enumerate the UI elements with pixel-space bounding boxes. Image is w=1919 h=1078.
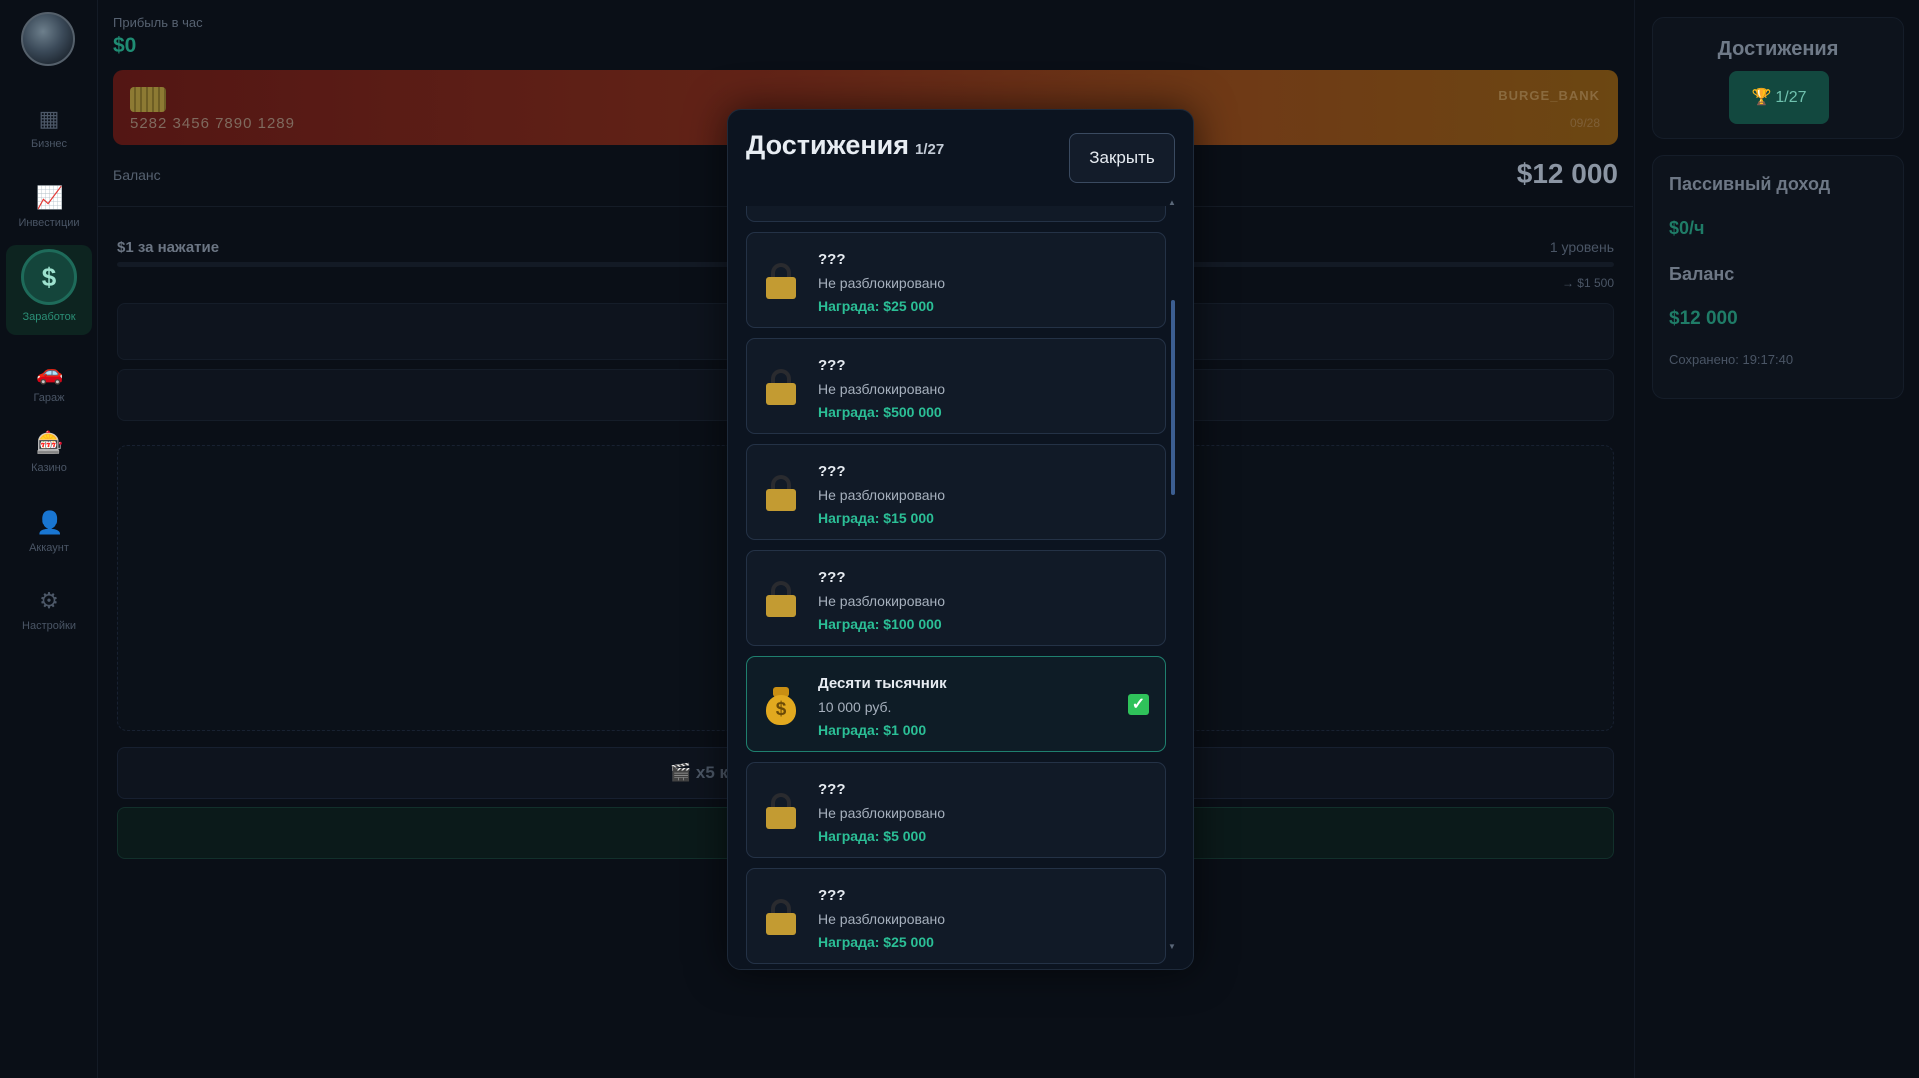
ad-boost-label: 🎬 x5 к [670,763,729,782]
profit-label: Прибыль в час [113,15,203,30]
lock-icon [766,899,796,935]
achievements-button[interactable]: 🏆 1/27 [1729,71,1829,124]
passive-income-value: $0/ч [1669,218,1705,238]
click-income-label: $1 за нажатие [117,239,220,256]
chart-up-icon: 📈 [36,185,64,210]
achievement-name: ??? [818,569,846,586]
achievement-item: ??? Не разблокировано Награда: $15 000 [746,444,1166,540]
slot-machine-icon: 🎰 [36,430,64,455]
trophy-icon: 🏆 [1751,89,1772,106]
achievement-reward: Награда: $5 000 [818,828,927,844]
sidebar: ▦ Бизнес 📈 Инвестиции $ Заработок 🚗 Гара… [0,0,98,1078]
next-level-price: → $1 500 [1561,276,1614,290]
balance-label: Баланс [113,167,161,183]
building-icon: ▦ [38,106,60,131]
sidebar-item-label: Казино [31,462,67,474]
achievement-reward: Награда: $25 000 [818,934,934,950]
card-expiry: 09/28 [1569,116,1600,130]
achievements-card: Достижения 🏆 1/27 [1652,17,1904,139]
close-button[interactable]: Закрыть [1069,133,1175,183]
right-panel: Достижения 🏆 1/27 Пассивный доход $0/ч Ба… [1634,0,1919,1078]
scrollbar-thumb[interactable] [1171,300,1175,495]
achievement-item: ??? Не разблокировано Награда: $25 000 [746,868,1166,964]
avatar[interactable] [21,12,75,66]
panel-balance-title: Баланс [1669,264,1735,284]
achievement-item: ??? Не разблокировано Награда: $5 000 [746,762,1166,858]
lock-icon [766,369,796,405]
sidebar-item-label: Настройки [22,620,76,632]
achievement-desc: Не разблокировано [818,911,946,927]
card-chip-icon [130,87,166,112]
panel-balance-value: $12 000 [1669,308,1738,329]
income-card: Пассивный доход $0/ч Баланс $12 000 Сохр… [1652,155,1904,399]
sidebar-item-settings[interactable]: ⚙ Настройки [0,588,98,662]
achievements-modal: Достижения 1/27 Закрыть ??? Не разблокиро… [727,109,1194,970]
checkmark-icon: ✓ [1128,694,1149,715]
money-bag-icon: $ [764,687,798,725]
achievement-name: ??? [818,251,846,268]
car-icon: 🚗 [36,360,64,385]
gear-icon: ⚙ [39,588,59,613]
achievement-reward: Награда: $25 000 [818,298,934,314]
lock-icon [766,475,796,511]
achievement-desc: 10 000 руб. [818,699,892,715]
achievement-item-unlocked: $ Десяти тысячник 10 000 руб. Награда: $… [746,656,1166,752]
achievement-reward: Награда: $500 000 [818,404,942,420]
achievement-desc: Не разблокировано [818,805,946,821]
achievement-name: ??? [818,357,846,374]
scroll-up-arrow-icon[interactable]: ▲ [1168,198,1176,207]
lock-icon [766,581,796,617]
modal-title: Достижения 1/27 [746,130,944,161]
sidebar-item-garage[interactable]: 🚗 Гараж [0,360,98,434]
sidebar-item-label: Аккаунт [29,542,69,554]
achievement-name: ??? [818,781,846,798]
sidebar-item-label: Заработок [22,311,76,323]
card-number: 5282 3456 7890 1289 [130,115,295,132]
scroll-down-arrow-icon[interactable]: ▼ [1168,942,1176,951]
sidebar-item-label: Бизнес [30,138,68,150]
achievement-name: ??? [818,887,846,904]
lock-icon [766,793,796,829]
achievement-item: ??? Не разблокировано Награда: $100 000 [746,550,1166,646]
balance-value: $12 000 [1516,158,1618,189]
sidebar-item-earnings[interactable]: $ Заработок [6,245,92,335]
achievements-count: 1/27 [1775,89,1807,106]
profit-value: $0 [113,34,137,57]
achievement-name: Десяти тысячник [818,675,947,692]
user-icon: 👤 [36,510,64,535]
achievement-item: ??? Не разблокировано Награда: $25 000 [746,232,1166,328]
achievement-reward: Награда: $1 000 [818,722,927,738]
sidebar-item-casino[interactable]: 🎰 Казино [0,430,98,504]
achievement-desc: Не разблокировано [818,487,946,503]
achievement-desc: Не разблокировано [818,593,946,609]
list-item [746,206,1166,222]
dollar-coin-icon: $ [21,249,77,305]
achievement-reward: Награда: $15 000 [818,510,934,526]
sidebar-item-business[interactable]: ▦ Бизнес [0,106,98,180]
achievements-list[interactable]: ??? Не разблокировано Награда: $25 000 ?… [746,206,1166,969]
sidebar-item-label: Гараж [33,392,65,404]
achievements-title: Достижения [1717,38,1839,60]
lock-icon [766,263,796,299]
level-label: 1 уровень [1549,239,1614,255]
achievement-desc: Не разблокировано [818,381,946,397]
passive-income-title: Пассивный доход [1669,174,1831,194]
card-bank-name: BURGE_BANK [1498,88,1600,103]
sidebar-item-label: Инвестиции [18,217,80,229]
sidebar-item-account[interactable]: 👤 Аккаунт [0,510,98,584]
achievement-desc: Не разблокировано [818,275,946,291]
achievement-name: ??? [818,463,846,480]
modal-count: 1/27 [915,141,945,158]
modal-title-text: Достижения [746,130,910,160]
achievement-reward: Награда: $100 000 [818,616,942,632]
achievement-item: ??? Не разблокировано Награда: $500 000 [746,338,1166,434]
saved-timestamp: Сохранено: 19:17:40 [1669,352,1794,367]
